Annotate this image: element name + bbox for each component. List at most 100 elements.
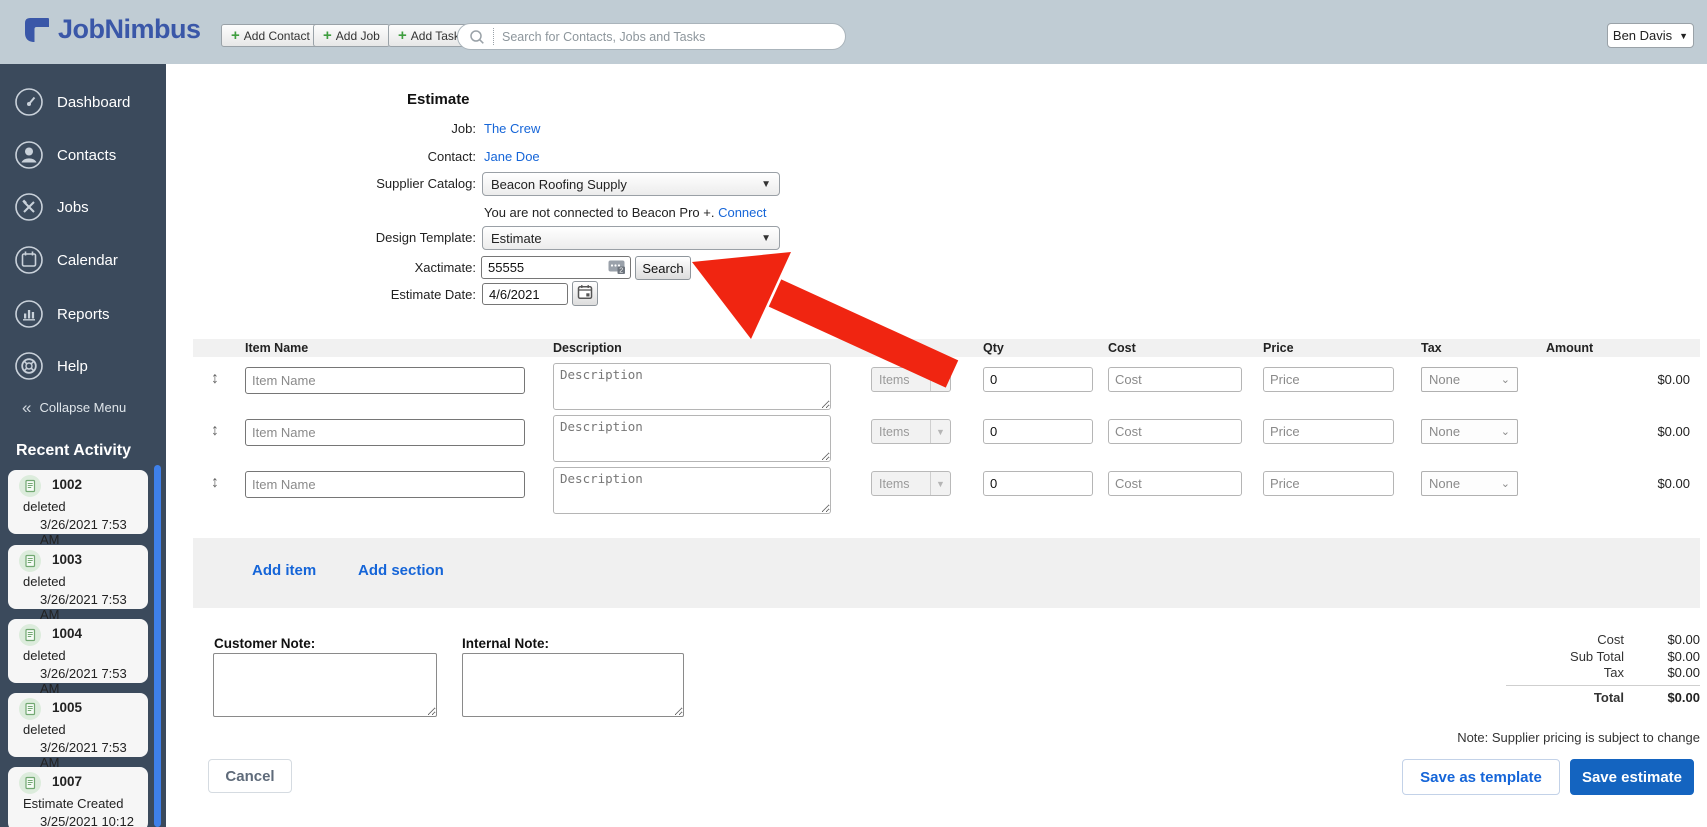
price-input[interactable] [1263,419,1394,444]
collapse-menu-label: Collapse Menu [39,399,127,415]
item-description-textarea[interactable] [553,467,831,514]
activity-timestamp: 3/26/2021 7:53 AM [40,517,127,547]
beacon-connect-link[interactable]: Connect [718,205,766,220]
sidebar-item-calendar[interactable]: Calendar [14,245,118,275]
drag-handle-icon[interactable]: ↕ [211,370,219,388]
col-price: Price [1263,341,1294,355]
qty-input[interactable] [983,419,1093,444]
price-input[interactable] [1263,471,1394,496]
activity-id: 1003 [52,552,83,567]
activity-card[interactable]: 1005 deleted 3/26/2021 7:53 AM [8,693,148,770]
totals-divider [1506,685,1700,686]
tax-value: None [1429,476,1461,491]
activity-status: deleted [23,722,66,737]
add-job-button[interactable]: + Add Job [313,24,390,47]
uom-select[interactable]: Items ▼ [871,471,951,496]
uom-value: Items [879,476,910,491]
customer-note-textarea[interactable] [213,653,437,717]
col-qty: Qty [983,341,1004,355]
item-name-input[interactable] [245,471,525,498]
uom-select[interactable]: Items ▼ [871,367,951,392]
qty-input[interactable] [983,367,1093,392]
qty-input[interactable] [983,471,1093,496]
drag-handle-icon[interactable]: ↕ [211,474,219,492]
sidebar-item-contacts[interactable]: Contacts [14,140,116,170]
date-picker-button[interactable] [572,281,598,306]
item-name-input[interactable] [245,367,525,394]
cancel-button[interactable]: Cancel [208,759,292,793]
chevron-down-icon: ▼ [761,178,771,190]
save-as-template-button[interactable]: Save as template [1402,759,1560,795]
tools-icon [15,193,43,221]
contact-link[interactable]: Jane Doe [484,149,540,164]
sidebar-item-reports[interactable]: Reports [14,299,110,329]
info-icon[interactable]: i [903,342,917,355]
estimate-date-input[interactable] [482,283,568,305]
chevron-down-icon: ▼ [930,420,950,443]
add-section-link[interactable]: Add section [358,562,444,579]
search-icon [470,29,484,44]
activity-status: Estimate Created [23,796,124,811]
person-icon [15,141,43,169]
activity-card[interactable]: 1003 deleted 3/26/2021 7:53 AM [8,545,148,622]
jobnimbus-logo-icon [25,17,49,42]
sidebar-item-dashboard[interactable]: Dashboard [14,87,130,117]
collapse-menu-button[interactable]: « Collapse Menu [22,396,126,418]
save-estimate-button[interactable]: Save estimate [1570,759,1694,795]
item-row: ↕ Items ▼ None ⌄ $0.00 [193,362,1700,412]
activity-timestamp: 3/25/2021 10:12 AM [40,814,134,827]
chevron-down-icon: ▼ [930,368,950,391]
uom-select[interactable]: Items ▼ [871,419,951,444]
contact-label: Contact: [427,149,476,164]
drag-handle-icon[interactable]: ↕ [211,422,219,440]
search-input[interactable] [502,29,835,44]
activity-card[interactable]: 1007 Estimate Created 3/25/2021 10:12 AM [8,767,148,827]
chevron-double-left-icon: « [22,397,32,417]
internal-note-textarea[interactable] [462,653,684,717]
col-description: Description [553,341,622,355]
activity-status: deleted [23,499,66,514]
calendar-icon [577,285,593,300]
cost-input[interactable] [1108,471,1242,496]
tax-select[interactable]: None ⌄ [1421,471,1518,496]
item-row: ↕ Items ▼ None ⌄ $0.00 [193,466,1700,516]
supplier-catalog-label: Supplier Catalog: [376,176,476,191]
sidebar-item-label: Jobs [57,198,89,216]
add-contact-button[interactable]: + Add Contact [221,24,320,47]
cost-input[interactable] [1108,419,1242,444]
autofill-badge-icon: 2 [608,260,625,275]
top-header-bar: JobNimbus + Add Contact + Add Job + Add … [0,0,1707,64]
sidebar-item-jobs[interactable]: Jobs [14,192,89,222]
amount-value: $0.00 [1657,424,1690,439]
jobnimbus-logo[interactable]: JobNimbus [22,14,201,45]
sidebar-item-label: Help [57,357,88,375]
xactimate-search-button[interactable]: Search [635,256,691,280]
job-link[interactable]: The Crew [484,121,540,136]
customer-note-label: Customer Note: [214,636,316,651]
design-template-select[interactable]: Estimate ▼ [482,226,780,250]
jobnimbus-app: JobNimbus + Add Contact + Add Job + Add … [0,0,1707,827]
supplier-catalog-select[interactable]: Beacon Roofing Supply ▼ [482,172,780,196]
activity-card[interactable]: 1004 deleted 3/26/2021 7:53 AM [8,619,148,696]
beacon-notice: You are not connected to Beacon Pro +. C… [484,205,767,220]
price-input[interactable] [1263,367,1394,392]
activity-card[interactable]: 1002 deleted 3/26/2021 7:53 AM [8,470,148,547]
item-description-textarea[interactable] [553,363,831,410]
plus-icon: + [231,27,240,44]
items-table-header: Item Name Description UoM i Qty Cost Pric… [193,339,1700,357]
plus-icon: + [398,27,407,44]
sidebar-scrollbar[interactable] [154,465,161,827]
life-ring-icon [15,352,43,380]
tax-select[interactable]: None ⌄ [1421,419,1518,444]
activity-id: 1004 [52,626,83,641]
item-name-input[interactable] [245,419,525,446]
user-menu-button[interactable]: Ben Davis ▼ [1607,23,1694,48]
sidebar-item-help[interactable]: Help [14,351,88,381]
activity-status: deleted [23,648,66,663]
add-item-link[interactable]: Add item [252,562,316,579]
item-description-textarea[interactable] [553,415,831,462]
svg-text:2: 2 [619,268,623,275]
tax-select[interactable]: None ⌄ [1421,367,1518,392]
design-template-label: Design Template: [375,230,476,245]
cost-input[interactable] [1108,367,1242,392]
